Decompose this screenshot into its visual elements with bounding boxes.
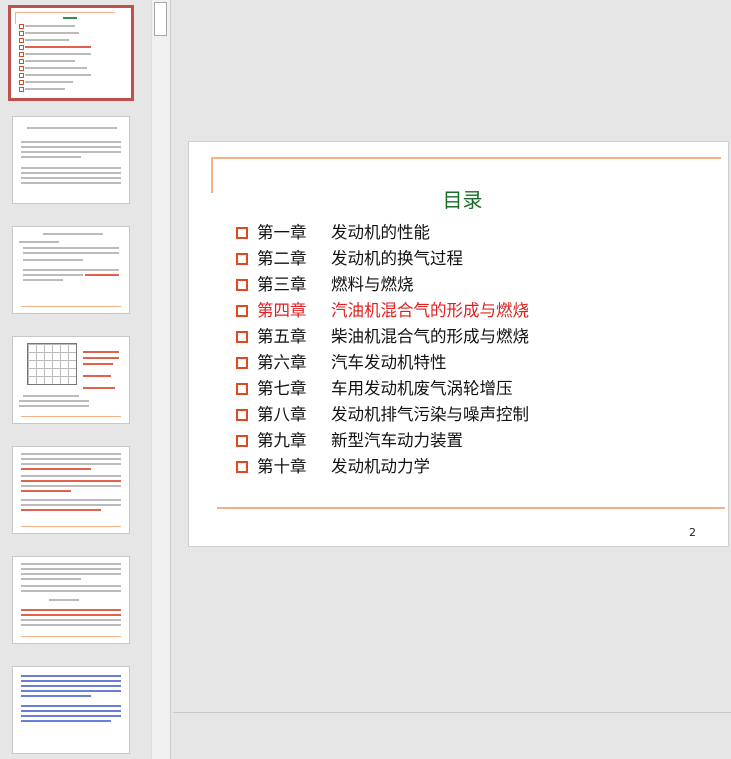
slide-thumbnail-8[interactable] [12, 666, 130, 754]
slide-title: 目录 [442, 188, 483, 212]
toc-item: 第九章 新型汽车动力装置 [236, 428, 529, 454]
toc-chapter-topic: 燃料与燃烧 [331, 275, 414, 294]
toc-item: 第六章 汽车发动机特性 [236, 350, 529, 376]
toc-chapter-number: 第十章 [257, 457, 307, 476]
toc-chapter-topic: 新型汽车动力装置 [331, 431, 463, 450]
square-bullet-icon [236, 305, 248, 317]
square-bullet-icon [236, 331, 248, 343]
toc-chapter-topic: 发动机排气污染与噪声控制 [331, 405, 529, 424]
toc-chapter-number: 第五章 [257, 327, 307, 346]
slide-decor-top-line [211, 157, 721, 159]
slide-thumbnail-4[interactable] [12, 226, 130, 314]
toc-chapter-number: 第二章 [257, 249, 307, 268]
toc-chapter-topic: 发动机的换气过程 [331, 249, 463, 268]
slide-thumbnail-pane [0, 0, 151, 759]
toc-chapter-number: 第三章 [257, 275, 307, 294]
square-bullet-icon [236, 409, 248, 421]
notes-pane-divider[interactable] [173, 712, 731, 713]
scrollbar-thumb[interactable] [154, 2, 167, 36]
toc-item: 第三章 燃料与燃烧 [236, 272, 529, 298]
toc-chapter-topic: 汽油机混合气的形成与燃烧 [331, 301, 529, 320]
toc-chapter-topic: 发动机动力学 [331, 457, 430, 476]
toc-chapter-number: 第四章 [257, 301, 307, 320]
thumbnail-scrollbar[interactable] [151, 0, 171, 759]
slide-canvas[interactable]: 目录 第一章 发动机的性能第二章 发动机的换气过程第三章 燃料与燃烧第四章 汽油机混合气… [188, 141, 729, 547]
slide-thumbnail-7[interactable] [12, 556, 130, 644]
square-bullet-icon [236, 461, 248, 473]
toc-item: 第十章 发动机动力学 [236, 454, 529, 480]
square-bullet-icon [236, 383, 248, 395]
page-number: 2 [689, 526, 696, 539]
toc-item: 第五章 柴油机混合气的形成与燃烧 [236, 324, 529, 350]
slide-thumbnail-5[interactable] [12, 336, 130, 424]
slide-thumbnail-2[interactable] [8, 5, 134, 101]
toc-chapter-topic: 汽车发动机特性 [331, 353, 447, 372]
workspace-edge [170, 0, 171, 759]
toc-item: 第八章 发动机排气污染与噪声控制 [236, 402, 529, 428]
toc-chapter-number: 第六章 [257, 353, 307, 372]
toc-chapter-number: 第八章 [257, 405, 307, 424]
toc-chapter-topic: 车用发动机废气涡轮增压 [331, 379, 513, 398]
toc-chapter-number: 第一章 [257, 223, 307, 242]
toc-chapter-number: 第九章 [257, 431, 307, 450]
table-of-contents: 第一章 发动机的性能第二章 发动机的换气过程第三章 燃料与燃烧第四章 汽油机混合气的形成… [236, 220, 529, 480]
toc-item: 第一章 发动机的性能 [236, 220, 529, 246]
toc-chapter-topic: 柴油机混合气的形成与燃烧 [331, 327, 529, 346]
square-bullet-icon [236, 357, 248, 369]
toc-item: 第四章 汽油机混合气的形成与燃烧 [236, 298, 529, 324]
toc-chapter-topic: 发动机的性能 [331, 223, 430, 242]
square-bullet-icon [236, 253, 248, 265]
toc-item: 第二章 发动机的换气过程 [236, 246, 529, 272]
slide-decor-bottom-line [217, 507, 725, 509]
square-bullet-icon [236, 279, 248, 291]
toc-chapter-number: 第七章 [257, 379, 307, 398]
toc-item: 第七章 车用发动机废气涡轮增压 [236, 376, 529, 402]
square-bullet-icon [236, 227, 248, 239]
square-bullet-icon [236, 435, 248, 447]
slide-thumbnail-3[interactable] [12, 116, 130, 204]
slide-thumbnail-6[interactable] [12, 446, 130, 534]
